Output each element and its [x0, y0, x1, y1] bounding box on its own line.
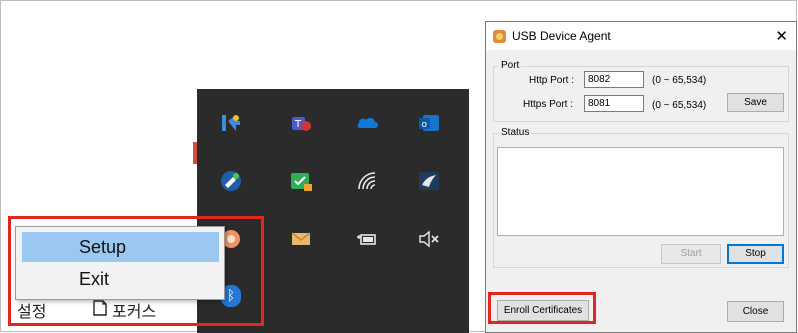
start-button[interactable]: Start [661, 244, 721, 264]
mail-icon[interactable] [289, 227, 313, 251]
title-bar: USB Device Agent ✕ [486, 22, 796, 50]
close-button[interactable]: Close [727, 301, 784, 322]
outlook-icon[interactable]: o [417, 111, 441, 135]
app-icon [493, 30, 506, 43]
svg-text:T: T [294, 119, 302, 130]
close-icon[interactable]: ✕ [775, 27, 788, 45]
stop-button[interactable]: Stop [727, 244, 784, 264]
check-lock-icon[interactable] [289, 169, 313, 193]
svg-text:o: o [422, 120, 428, 130]
http-port-input[interactable]: 8082 [584, 71, 644, 88]
http-port-label: Http Port : [529, 75, 575, 86]
status-log-area[interactable] [497, 147, 784, 236]
https-port-label: Https Port : [523, 99, 574, 110]
highlight-frame-menu [8, 216, 264, 326]
app-key-icon[interactable] [219, 111, 243, 135]
usb-device-agent-dialog: USB Device Agent ✕ Port Http Port : 8082… [485, 21, 797, 333]
port-group-label: Port [499, 60, 522, 71]
https-port-input[interactable]: 8081 [584, 95, 644, 112]
screen-icon[interactable] [417, 169, 441, 193]
wifi-icon[interactable] [355, 169, 379, 193]
save-button[interactable]: Save [727, 93, 784, 112]
https-port-range: (0 ~ 65,534) [652, 100, 707, 111]
highlight-frame-enroll [488, 292, 596, 324]
status-group-label: Status [499, 127, 532, 138]
battery-icon[interactable] [355, 227, 379, 251]
volume-mute-icon[interactable] [417, 227, 441, 251]
onedrive-icon[interactable] [355, 111, 379, 135]
satellite-icon[interactable] [219, 169, 243, 193]
dialog-title: USB Device Agent [512, 29, 611, 43]
http-port-range: (0 ~ 65,534) [652, 75, 707, 86]
teams-icon[interactable]: T [289, 111, 313, 135]
